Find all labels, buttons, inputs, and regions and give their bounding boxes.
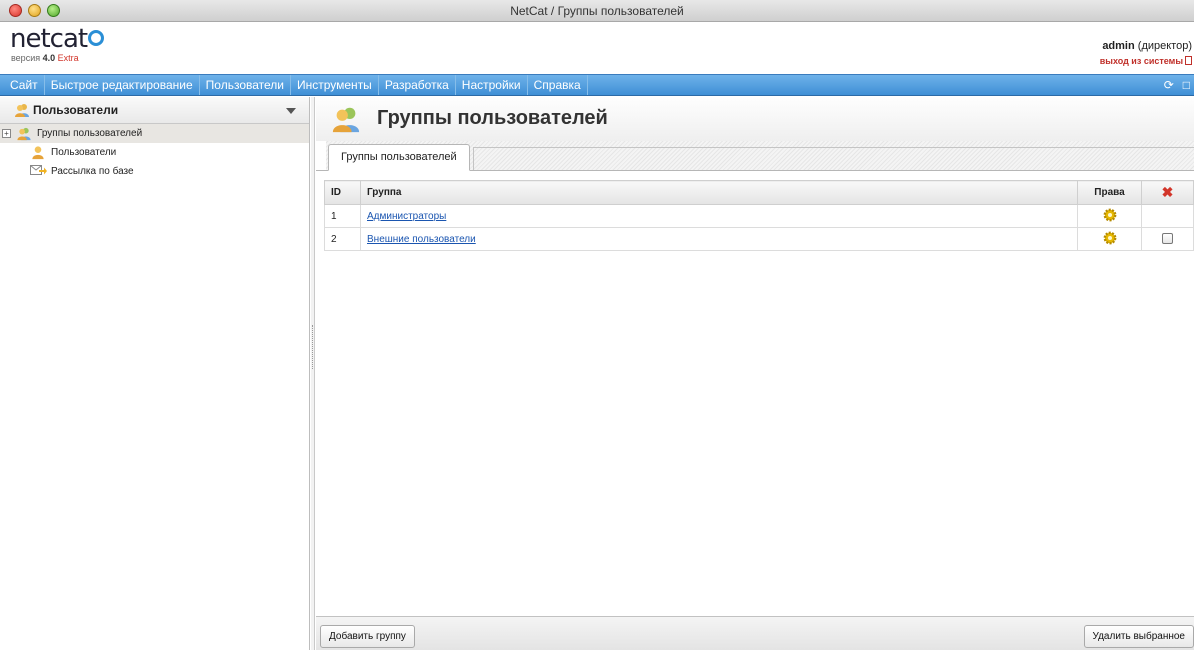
minimize-window-button[interactable]	[28, 4, 41, 17]
version-number: 4.0	[42, 53, 56, 63]
chevron-down-icon[interactable]	[286, 108, 296, 114]
window-title: NetCat / Группы пользователей	[510, 4, 684, 18]
group-link[interactable]: Администраторы	[367, 211, 446, 222]
page-header: Группы пользователей	[316, 97, 1194, 141]
gear-icon[interactable]	[1103, 231, 1117, 245]
mail-send-icon	[30, 164, 47, 184]
version-prefix: версия	[11, 53, 41, 63]
user-name: admin	[1102, 40, 1135, 52]
logout-label: выход из системы	[1099, 56, 1183, 66]
groups-table: ID Группа Права ✖ 1 Администраторы 2 Вне…	[324, 180, 1194, 251]
sidebar-item-user-groups[interactable]: + Группы пользователей	[0, 124, 309, 143]
row-rights-cell	[1077, 227, 1142, 251]
sidebar-item-label: Пользователи	[51, 147, 117, 158]
menu-item-site[interactable]: Сайт	[0, 75, 45, 95]
menu-item-development[interactable]: Разработка	[379, 75, 456, 95]
row-select-cell	[1141, 227, 1194, 251]
tab-bar-spacer	[316, 141, 326, 170]
menu-item-tools[interactable]: Инструменты	[291, 75, 379, 95]
sidebar-item-mailing[interactable]: Рассылка по базе	[0, 162, 309, 181]
menu-item-users[interactable]: Пользователи	[200, 75, 291, 95]
sidebar-title: Пользователи	[33, 103, 119, 117]
users-group-icon	[330, 104, 362, 137]
version-edition: Extra	[57, 53, 79, 63]
menu-item-help[interactable]: Справка	[528, 75, 588, 95]
user-role: (директор)	[1137, 40, 1192, 52]
row-select-cell	[1141, 204, 1194, 228]
main-panel: Группы пользователей Группы пользователе…	[316, 97, 1194, 650]
tab-bar-empty-area	[473, 147, 1194, 170]
zoom-window-button[interactable]	[47, 4, 60, 17]
logo-text: netcat	[10, 24, 88, 54]
sidebar-item-users[interactable]: Пользователи	[0, 143, 309, 162]
users-group-icon	[14, 102, 30, 121]
column-header-group[interactable]: Группа	[360, 180, 1078, 205]
chat-icon[interactable]: □	[1183, 78, 1190, 92]
expand-icon[interactable]: +	[2, 129, 11, 138]
tab-bar: Группы пользователей	[316, 141, 1194, 171]
row-id: 2	[324, 227, 361, 251]
table-header-row: ID Группа Права ✖	[324, 180, 1194, 205]
sidebar-header[interactable]: Пользователи	[0, 97, 309, 124]
netcat-logo[interactable]: netcat	[10, 24, 105, 54]
user-info: admin (директор)	[1102, 40, 1192, 52]
column-header-id[interactable]: ID	[324, 180, 361, 205]
row-group-cell: Администраторы	[360, 204, 1078, 228]
add-group-button[interactable]: Добавить группу	[320, 625, 415, 648]
row-select-checkbox[interactable]	[1162, 233, 1173, 245]
sidebar-item-label: Рассылка по базе	[51, 166, 134, 177]
column-header-rights[interactable]: Права	[1077, 180, 1142, 205]
refresh-icon[interactable]: ⟳	[1164, 78, 1174, 92]
group-link[interactable]: Внешние пользователи	[367, 234, 476, 245]
logout-icon	[1185, 56, 1192, 65]
gear-icon[interactable]	[1103, 208, 1117, 222]
page-title: Группы пользователей	[377, 107, 608, 129]
menu-item-quick-edit[interactable]: Быстрое редактирование	[45, 75, 200, 95]
version-info: версия 4.0 Extra	[11, 53, 79, 63]
app-header: netcat версия 4.0 Extra admin (директор)…	[0, 22, 1194, 74]
table-row: 1 Администраторы	[324, 204, 1194, 228]
row-group-cell: Внешние пользователи	[360, 227, 1078, 251]
window-titlebar: NetCat / Группы пользователей	[0, 0, 1194, 22]
panel-splitter[interactable]	[311, 97, 315, 650]
row-id: 1	[324, 204, 361, 228]
menu-item-settings[interactable]: Настройки	[456, 75, 528, 95]
delete-icon: ✖	[1161, 184, 1174, 200]
close-window-button[interactable]	[9, 4, 22, 17]
logo-cat-icon	[88, 30, 105, 46]
main-menu: Сайт Быстрое редактирование Пользователи…	[0, 74, 1194, 96]
logout-link[interactable]: выход из системы	[1100, 56, 1192, 66]
menu-right-tools: ⟳ □	[1155, 77, 1190, 93]
tab-user-groups[interactable]: Группы пользователей	[328, 144, 470, 171]
sidebar: Пользователи + Группы пользователей Поль…	[0, 97, 310, 650]
delete-selected-button[interactable]: Удалить выбранное	[1083, 625, 1194, 648]
action-bar: Добавить группу Удалить выбранное	[316, 616, 1194, 650]
sidebar-item-label: Группы пользователей	[37, 128, 143, 139]
splitter-grip[interactable]	[312, 325, 314, 369]
row-rights-cell	[1077, 204, 1142, 228]
column-header-delete: ✖	[1141, 180, 1194, 205]
table-row: 2 Внешние пользователи	[324, 227, 1194, 251]
